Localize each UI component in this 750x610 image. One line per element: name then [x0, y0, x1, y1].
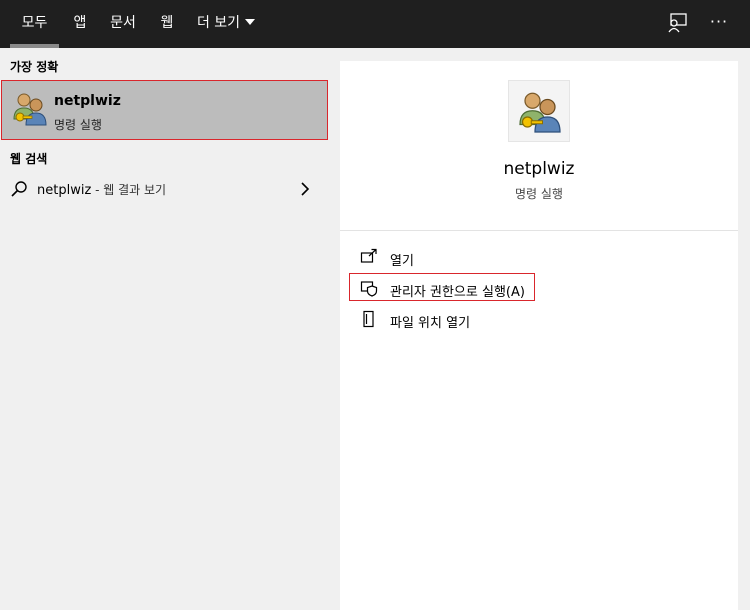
app-name: netplwiz — [503, 159, 575, 179]
best-match-subtitle: 명령 실행 — [54, 118, 102, 132]
tab-more[interactable]: 더 보기 — [191, 0, 261, 48]
web-query: netplwiz — [37, 183, 92, 198]
feedback-person-icon[interactable] — [666, 12, 688, 34]
users-keys-icon — [519, 92, 561, 133]
more-options-button[interactable]: ··· — [704, 0, 734, 48]
search-icon — [10, 180, 28, 198]
file-location-icon — [360, 310, 378, 328]
users-keys-icon — [10, 89, 50, 129]
app-type: 명령 실행 — [515, 187, 563, 201]
web-result-text: netplwiz - 웹 결과 보기 — [37, 181, 166, 198]
scroll-area — [738, 61, 750, 610]
open-label: 열기 — [390, 254, 414, 269]
open-file-location-label: 파일 위치 열기 — [390, 316, 471, 331]
best-match-result[interactable]: netplwiz 명령 실행 — [1, 80, 328, 140]
tab-web[interactable]: 웹 — [152, 0, 182, 48]
web-search-header: 웹 검색 — [10, 152, 48, 166]
open-icon — [360, 248, 378, 266]
run-as-admin-action[interactable]: 관리자 권한으로 실행(A) — [360, 277, 660, 301]
best-match-header: 가장 정확 — [10, 60, 59, 74]
shield-icon — [360, 279, 378, 297]
tab-apps[interactable]: 앱 — [64, 0, 96, 48]
chevron-right-icon — [300, 181, 310, 196]
tab-more-label: 더 보기 — [196, 15, 241, 31]
run-as-admin-label: 관리자 권한으로 실행(A) — [390, 285, 525, 300]
search-filter-bar: 모두 앱 문서 웹 더 보기 ··· — [0, 0, 750, 48]
web-search-result[interactable]: netplwiz - 웹 결과 보기 — [0, 174, 328, 204]
web-result-suffix: - 웹 결과 보기 — [91, 183, 167, 197]
divider — [340, 230, 738, 231]
open-action[interactable]: 열기 — [360, 246, 660, 270]
open-file-location-action[interactable]: 파일 위치 열기 — [360, 308, 660, 332]
app-tile — [508, 80, 570, 142]
preview-pane: netplwiz 명령 실행 열기 관리자 권한으로 실행(A) 파일 위치 열… — [340, 61, 738, 610]
best-match-title: netplwiz — [54, 93, 121, 109]
tab-all[interactable]: 모두 — [10, 0, 59, 48]
caret-down-icon — [245, 18, 256, 25]
results-pane: 가장 정확 netplwiz 명령 실행 웹 검색 netplwiz - 웹 결… — [0, 48, 339, 610]
tab-documents[interactable]: 문서 — [103, 0, 143, 48]
